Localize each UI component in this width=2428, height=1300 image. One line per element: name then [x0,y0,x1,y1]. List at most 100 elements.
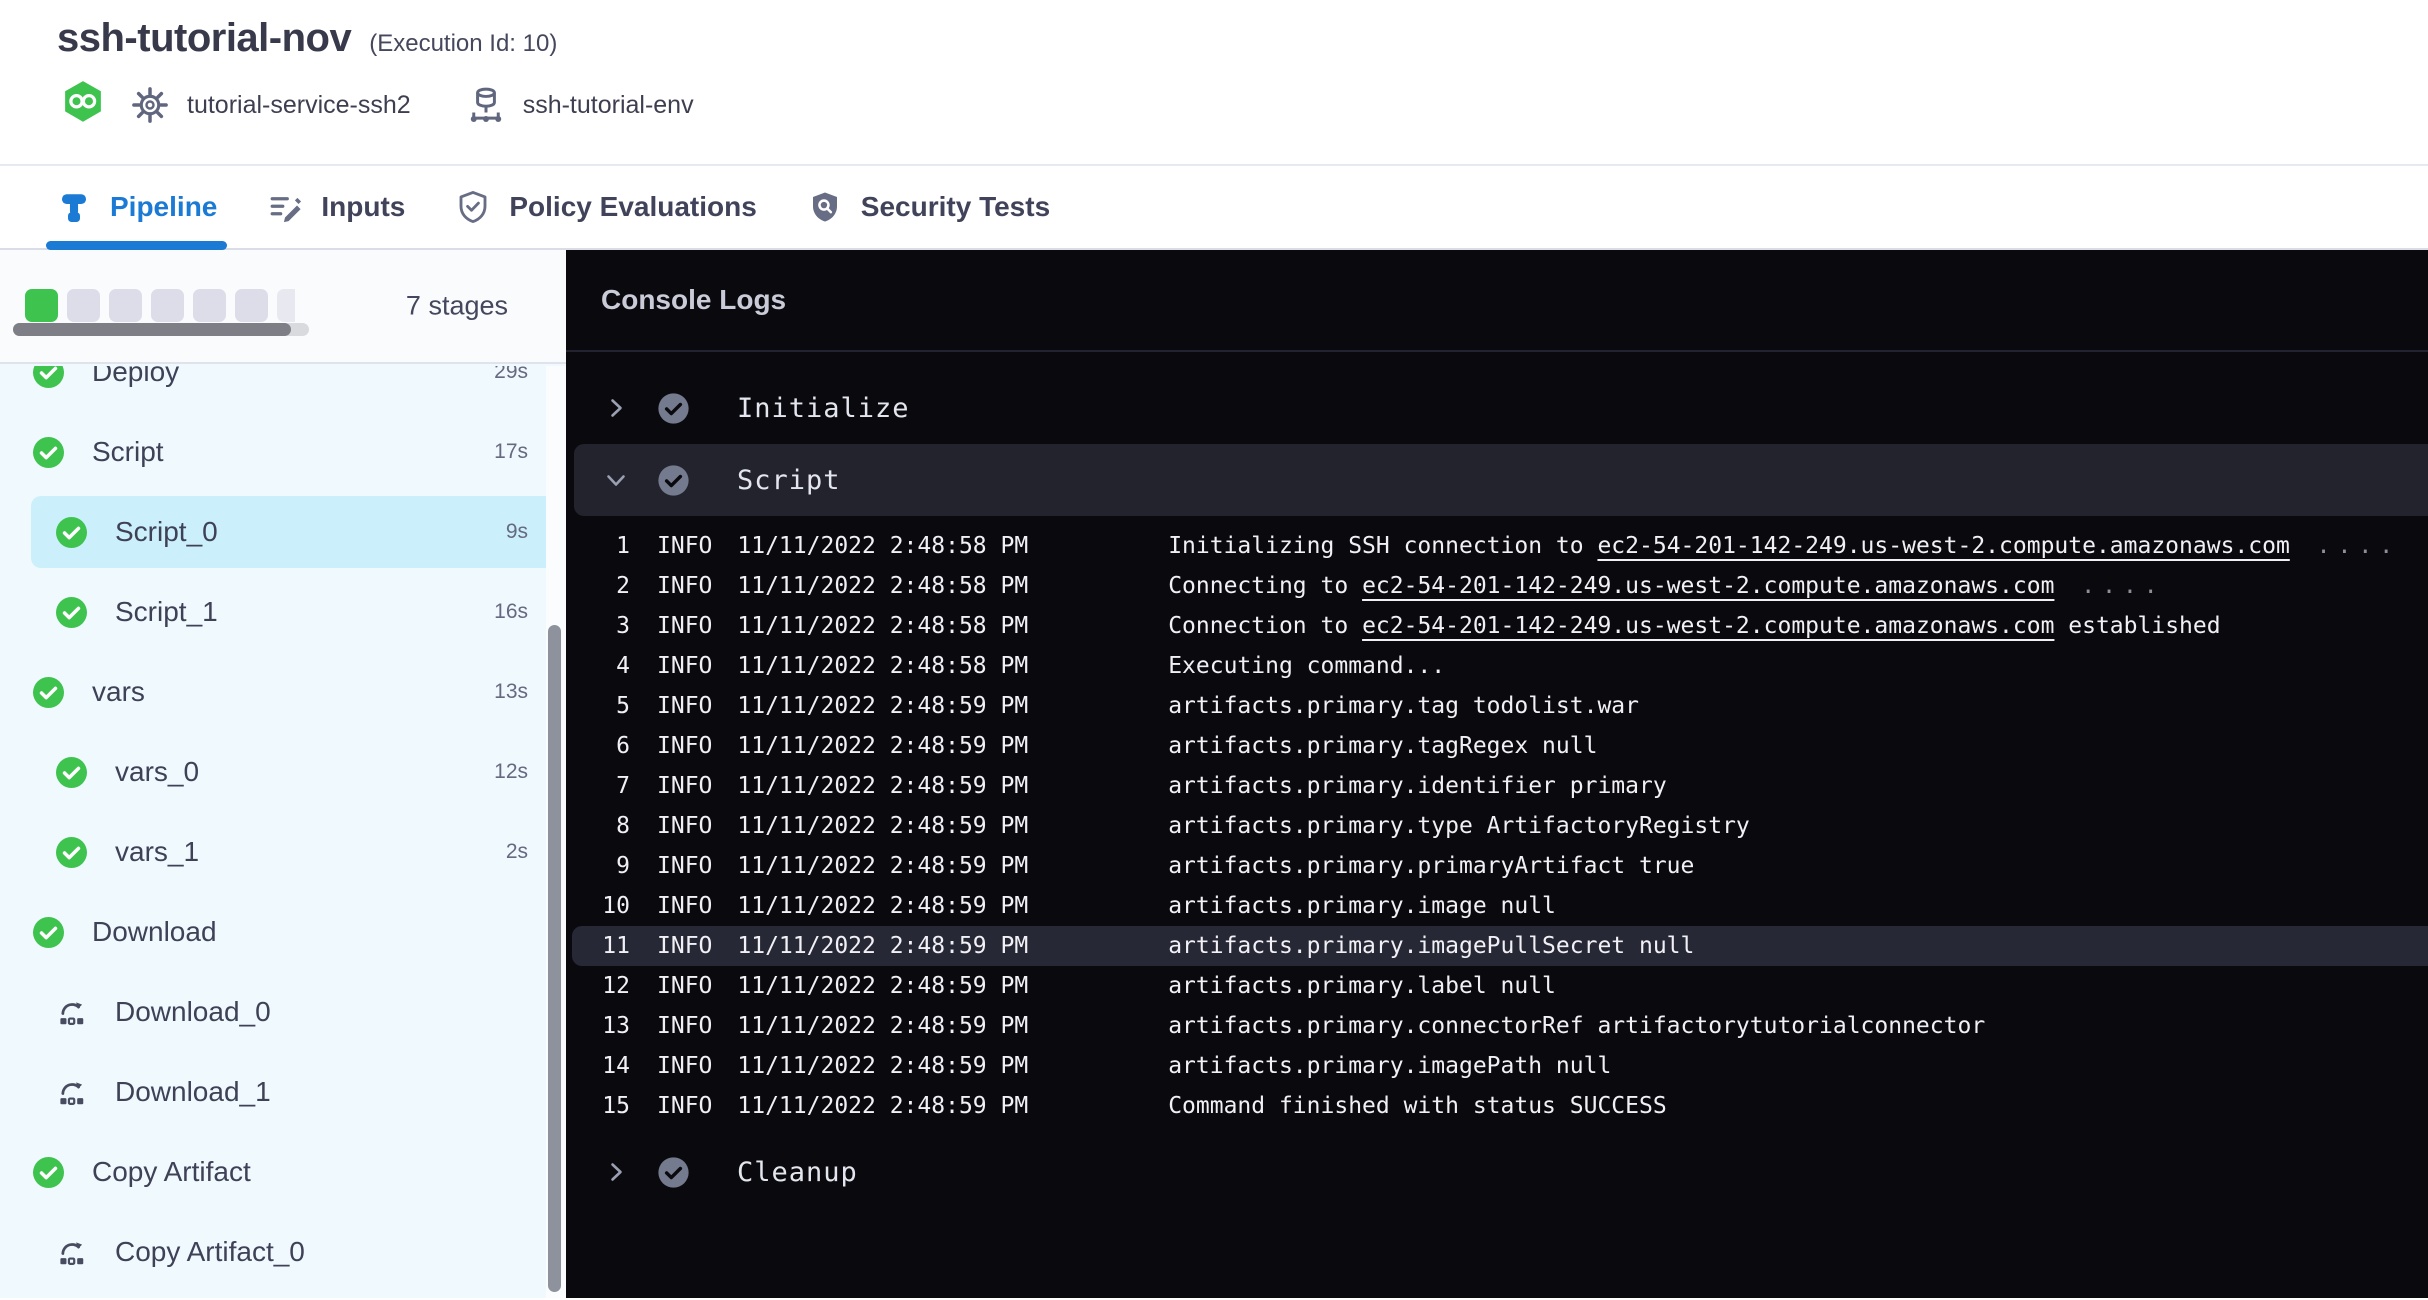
log-line[interactable]: 4 INFO 11/11/2022 2:48:58 PM Executing c… [566,646,2428,686]
stage-row-download-1[interactable]: Download_1 [0,1052,566,1132]
log-message: artifacts.primary.connectorRef artifacto… [1168,1013,1985,1039]
success-check-icon [33,437,64,468]
log-level: INFO [657,573,712,599]
log-timestamp: 11/11/2022 2:48:59 PM [737,693,1028,719]
log-timestamp: 11/11/2022 2:48:59 PM [737,853,1028,879]
log-message: artifacts.primary.imagePullSecret null [1168,933,1694,959]
log-timestamp: 11/11/2022 2:48:59 PM [737,733,1028,759]
log-line[interactable]: 3 INFO 11/11/2022 2:48:58 PM Connection … [566,606,2428,646]
stage-row-vars-0[interactable]: vars_0 12s [0,732,566,812]
log-line[interactable]: 13 INFO 11/11/2022 2:48:59 PM artifacts.… [566,1006,2428,1046]
stage-row-copy-artifact-0[interactable]: Copy Artifact_0 [0,1212,566,1292]
success-check-icon [56,517,87,548]
log-timestamp: 11/11/2022 2:48:59 PM [737,973,1028,999]
stage-row-script[interactable]: Script 17s [0,412,566,492]
log-line[interactable]: 12 INFO 11/11/2022 2:48:59 PM artifacts.… [566,966,2428,1006]
log-level: INFO [657,733,712,759]
log-line[interactable]: 11 INFO 11/11/2022 2:48:59 PM artifacts.… [566,926,2428,966]
log-line[interactable]: 14 INFO 11/11/2022 2:48:59 PM artifacts.… [566,1046,2428,1086]
log-timestamp: 11/11/2022 2:48:58 PM [737,533,1028,559]
stage-row-script-1[interactable]: Script_1 16s [0,572,566,652]
host-link[interactable]: ec2-54-201-142-249.us-west-2.compute.ama… [1597,533,2289,559]
log-level: INFO [657,613,712,639]
tab-pipeline[interactable]: Pipeline [56,166,217,248]
log-level: INFO [657,853,712,879]
environment-database-icon [465,84,507,126]
log-line-number: 7 [566,773,630,799]
service-name-link[interactable]: tutorial-service-ssh2 [187,91,411,120]
log-line[interactable]: 2 INFO 11/11/2022 2:48:58 PM Connecting … [566,566,2428,606]
log-level: INFO [657,693,712,719]
log-message: Executing command... [1168,653,1445,679]
log-line[interactable]: 9 INFO 11/11/2022 2:48:59 PM artifacts.p… [566,846,2428,886]
stage-row-vars[interactable]: vars 13s [0,652,566,732]
stage-row-download[interactable]: Download [0,892,566,972]
log-line[interactable]: 15 INFO 11/11/2022 2:48:59 PM Command fi… [566,1086,2428,1126]
stage-row-deploy[interactable]: Deploy 29s [0,366,566,412]
stage-row-script-0[interactable]: Script_0 9s [0,492,566,572]
log-line-number: 14 [566,1053,630,1079]
log-level: INFO [657,773,712,799]
log-section-cleanup[interactable]: Cleanup [566,1136,2428,1208]
stages-progress-header: 7 stages [0,250,566,364]
log-line[interactable]: 7 INFO 11/11/2022 2:48:59 PM artifacts.p… [566,766,2428,806]
log-line[interactable]: 1 INFO 11/11/2022 2:48:58 PM Initializin… [566,526,2428,566]
vertical-scrollbar-thumb[interactable] [548,625,561,1292]
log-line[interactable]: 8 INFO 11/11/2022 2:48:59 PM artifacts.p… [566,806,2428,846]
log-message: Command finished with status SUCCESS [1168,1093,1667,1119]
tab-policy-evaluations[interactable]: Policy Evaluations [455,166,756,248]
log-message: artifacts.primary.identifier primary [1168,773,1667,799]
stage-row-vars-1[interactable]: vars_1 2s [0,812,566,892]
shield-search-icon [807,189,843,225]
stage-label: Script_0 [115,516,218,548]
title-row: ssh-tutorial-nov (Execution Id: 10) [57,0,2428,61]
stage-label: vars_0 [115,756,199,788]
log-line-number: 3 [566,613,630,639]
log-section-script[interactable]: Script [574,444,2428,516]
stage-progress-square [235,289,268,322]
log-line-number: 2 [566,573,630,599]
log-line[interactable]: 10 INFO 11/11/2022 2:48:59 PM artifacts.… [566,886,2428,926]
log-section-initialize[interactable]: Initialize [566,372,2428,444]
stage-duration: 29s [494,366,528,384]
success-check-icon [56,837,87,868]
log-section-label: Initialize [737,393,910,424]
log-level: INFO [657,813,712,839]
stage-duration: 16s [494,600,528,624]
stage-label: Copy Artifact_0 [115,1236,305,1268]
log-level: INFO [657,893,712,919]
tab-security-tests[interactable]: Security Tests [807,166,1050,248]
environment-name-link[interactable]: ssh-tutorial-env [523,91,694,120]
command-step-icon [56,997,87,1028]
execution-meta-row: tutorial-service-ssh2 ssh-tutorial-env [57,79,2428,131]
stage-duration: 13s [494,680,528,704]
log-line[interactable]: 5 INFO 11/11/2022 2:48:59 PM artifacts.p… [566,686,2428,726]
log-line-number: 10 [566,893,630,919]
chevron-down-icon [604,468,628,492]
stage-row-download-0[interactable]: Download_0 [0,972,566,1052]
log-timestamp: 11/11/2022 2:48:58 PM [737,613,1028,639]
log-message: artifacts.primary.type ArtifactoryRegist… [1168,813,1750,839]
log-section-label: Script [737,465,841,496]
stage-progress-square [25,289,58,322]
stage-progress-square [193,289,226,322]
tab-label: Security Tests [861,191,1050,223]
cd-hexagon-infinity-icon [57,79,109,131]
tab-label: Inputs [321,191,405,223]
log-timestamp: 11/11/2022 2:48:58 PM [737,653,1028,679]
horizontal-scrollbar-thumb[interactable] [13,323,291,336]
stage-progress-squares [25,289,295,322]
gear-icon [129,84,171,126]
host-link[interactable]: ec2-54-201-142-249.us-west-2.compute.ama… [1362,613,2054,639]
page-title: ssh-tutorial-nov [57,16,351,61]
log-level: INFO [657,1013,712,1039]
host-link[interactable]: ec2-54-201-142-249.us-west-2.compute.ama… [1362,573,2054,599]
log-line[interactable]: 6 INFO 11/11/2022 2:48:59 PM artifacts.p… [566,726,2428,766]
stage-label: Deploy [92,366,179,388]
log-timestamp: 11/11/2022 2:48:59 PM [737,933,1028,959]
log-line-number: 12 [566,973,630,999]
stage-row-copy-artifact[interactable]: Copy Artifact [0,1132,566,1212]
tab-inputs[interactable]: Inputs [267,166,405,248]
pipeline-execution-page: ssh-tutorial-nov (Execution Id: 10) tuto… [0,0,2428,1300]
log-level: INFO [657,653,712,679]
